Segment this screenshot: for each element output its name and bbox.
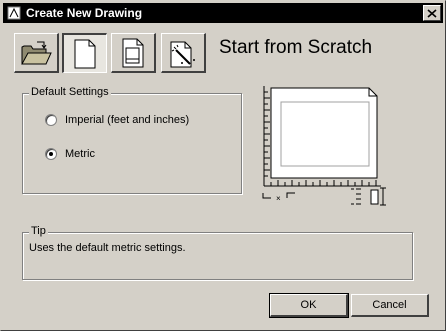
metric-option[interactable]: Metric bbox=[45, 148, 95, 160]
template-page-icon bbox=[122, 38, 144, 67]
create-new-drawing-dialog: Create New Drawing Start from Scratch De… bbox=[0, 0, 446, 331]
title-bar: Create New Drawing bbox=[3, 3, 443, 23]
start-from-scratch-button[interactable] bbox=[62, 33, 107, 73]
default-settings-label: Default Settings bbox=[29, 86, 111, 98]
blank-page-icon bbox=[74, 39, 96, 68]
open-drawing-button[interactable] bbox=[14, 33, 59, 73]
window-title: Create New Drawing bbox=[26, 6, 143, 20]
metric-label: Metric bbox=[65, 148, 95, 160]
page-heading: Start from Scratch bbox=[219, 37, 373, 58]
ok-button[interactable]: OK bbox=[269, 293, 349, 318]
close-icon bbox=[427, 8, 437, 18]
imperial-label: Imperial (feet and inches) bbox=[65, 114, 190, 126]
drawing-preview: × bbox=[261, 86, 391, 206]
close-button[interactable] bbox=[423, 5, 441, 21]
imperial-option[interactable]: Imperial (feet and inches) bbox=[45, 114, 189, 126]
use-wizard-button[interactable] bbox=[161, 33, 206, 73]
imperial-radio[interactable] bbox=[45, 114, 57, 126]
tip-label: Tip bbox=[29, 225, 48, 237]
default-settings-group: Default Settings Imperial (feet and inch… bbox=[22, 86, 242, 194]
app-icon bbox=[7, 6, 21, 20]
metric-radio[interactable] bbox=[45, 148, 57, 160]
cancel-button[interactable]: Cancel bbox=[351, 294, 429, 317]
use-template-button[interactable] bbox=[111, 33, 156, 73]
open-folder-icon bbox=[21, 41, 52, 64]
wizard-page-icon bbox=[170, 41, 195, 67]
svg-text:×: × bbox=[276, 194, 281, 203]
tip-text: Uses the default metric settings. bbox=[29, 242, 186, 254]
tip-group: Tip Uses the default metric settings. bbox=[22, 225, 413, 280]
